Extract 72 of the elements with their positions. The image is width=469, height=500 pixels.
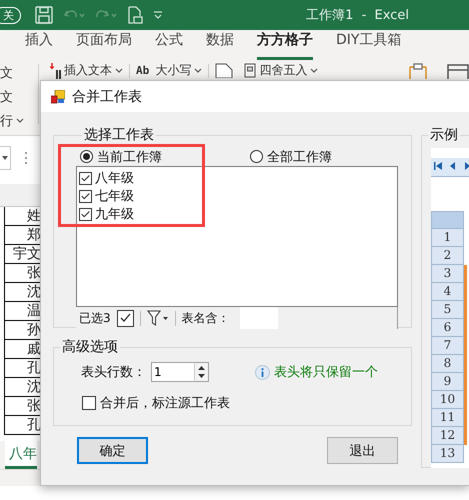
ribbon-command[interactable]: 文 — [0, 64, 13, 82]
ribbon-tab[interactable]: 数据 — [206, 31, 234, 60]
caret-icon — [194, 68, 202, 74]
header-rows-field[interactable]: 1 — [151, 362, 195, 382]
ribbon-command[interactable]: 四舍五入 — [259, 62, 308, 79]
row-number: 3 — [431, 265, 464, 283]
radio-label: 当前工作簿 — [97, 148, 162, 166]
select-all-icon[interactable] — [116, 310, 134, 326]
row-number: 2 — [431, 247, 464, 265]
radio-label: 全部工作簿 — [267, 148, 332, 166]
ribbon-tab[interactable]: 页面布局 — [76, 31, 132, 60]
caret-icon — [2, 156, 8, 160]
window-icon[interactable] — [447, 63, 469, 79]
row-number: 4 — [431, 283, 464, 301]
checkbox[interactable] — [79, 172, 92, 184]
row-number: 13 — [431, 445, 464, 463]
radio-button[interactable] — [250, 150, 263, 163]
dialog-button[interactable]: 退出 — [327, 437, 398, 464]
window-title: 工作簿1 - Excel — [306, 7, 409, 24]
row-number: 5 — [431, 301, 464, 319]
clipboard-icon[interactable] — [408, 63, 428, 79]
caret-icon — [310, 68, 318, 74]
ribbon-command[interactable]: 大小写 — [155, 62, 192, 79]
autosave-toggle[interactable]: 关 — [0, 6, 21, 24]
ribbon-tab[interactable]: 公式 — [155, 31, 183, 60]
group-title: 示例 — [429, 126, 459, 144]
ribbon-command[interactable]: 文 — [0, 88, 13, 106]
row-number: 1 — [431, 229, 464, 247]
round-numbers-icon — [244, 63, 256, 78]
row-number: 7 — [431, 337, 464, 355]
group-title: 选择工作表 — [83, 126, 155, 144]
row-number: 9 — [431, 373, 464, 391]
filter-label: 表名含： — [182, 310, 230, 326]
sheet-name: 七年级 — [95, 188, 134, 205]
caret-icon — [115, 68, 123, 74]
info-text: 表头将只保留一个 — [274, 364, 378, 381]
dialog-title: 合并工作表 — [72, 88, 142, 106]
caret-icon — [16, 118, 24, 124]
row-number: 8 — [431, 355, 464, 373]
drag-handle-icon — [25, 152, 28, 164]
row-number: 12 — [431, 427, 464, 445]
group-title: 高级选项 — [61, 338, 119, 356]
ribbon-tab[interactable]: DIY工具箱 — [336, 31, 402, 60]
checkbox[interactable] — [79, 190, 92, 202]
name-box-dropdown[interactable] — [0, 146, 11, 170]
name-filter-field[interactable] — [240, 307, 278, 329]
selected-count: 已选3 — [79, 310, 111, 326]
save-icon[interactable] — [35, 6, 53, 24]
ribbon-command[interactable]: 行 — [0, 112, 13, 130]
customize-caret-icon[interactable] — [153, 10, 163, 20]
field-label: 表头行数： — [81, 364, 146, 381]
spin-buttons[interactable] — [195, 362, 209, 382]
row-number: 6 — [431, 319, 464, 337]
sheet-name: 九年级 — [95, 206, 134, 223]
ribbon-command[interactable]: 插入文本 — [64, 62, 112, 79]
checkbox[interactable] — [82, 396, 96, 410]
row-number: 10 — [431, 391, 464, 409]
checkbox[interactable] — [79, 208, 92, 220]
case-label: Ab — [136, 64, 150, 77]
dialog-button[interactable]: 确定 — [77, 437, 148, 464]
app-icon — [51, 90, 65, 104]
sheet-tab[interactable]: 八年 — [5, 441, 37, 469]
radio-button[interactable] — [80, 150, 93, 163]
insert-text-icon — [49, 62, 61, 78]
sheet-name: 八年级 — [95, 170, 134, 187]
info-icon — [255, 364, 270, 380]
ribbon-tab[interactable]: 插入 — [25, 31, 53, 60]
row-number: 11 — [431, 409, 464, 427]
checkbox-label: 合并后，标注源工作表 — [100, 395, 230, 412]
filter-icon[interactable] — [146, 310, 169, 326]
document-icon — [215, 63, 234, 78]
print-preview-icon[interactable] — [127, 6, 143, 24]
